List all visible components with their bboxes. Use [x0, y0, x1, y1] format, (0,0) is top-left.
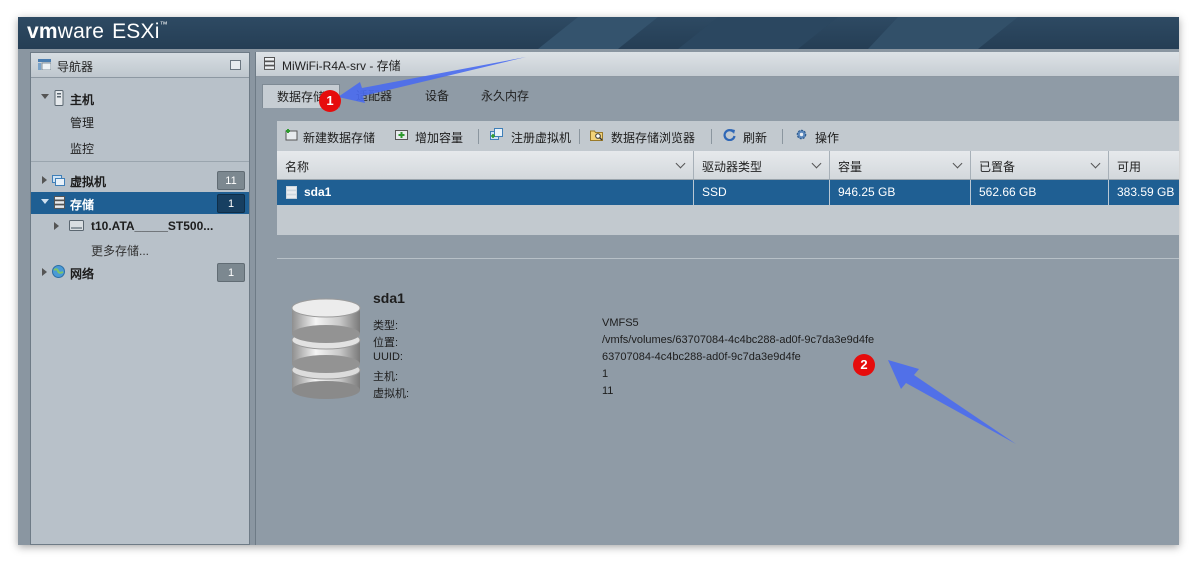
navigator-icon [38, 59, 51, 70]
detail-divider [277, 258, 1179, 259]
esxi-window: vmware ESXi™ 导航器 主机 管理 监控 虚拟机 11 存储 1 t1… [18, 17, 1179, 545]
actions-button[interactable]: 操作 [815, 129, 839, 146]
datastore-disk-icon [291, 298, 361, 399]
nav-storage-device-label: t10.ATA_____ST500... [91, 219, 214, 233]
virtual-machine-icon [52, 175, 65, 186]
new-datastore-icon[interactable] [285, 128, 298, 141]
storage-icon [286, 186, 297, 199]
tab-persistent-memory[interactable]: 永久内存 [467, 84, 543, 109]
column-drive-type[interactable]: 驱动器类型 [694, 151, 830, 179]
storage-icon [264, 57, 275, 70]
vm-count-badge: 11 [217, 171, 245, 190]
expand-down-icon[interactable] [41, 199, 49, 204]
detail-value-hosts: 1 [602, 368, 609, 380]
nav-storage-label: 存储 [70, 198, 95, 212]
nav-item-storage[interactable]: 存储 1 [31, 192, 249, 214]
nav-network-label: 网络 [70, 267, 95, 281]
tab-bar: 数据存储 适配器 设备 永久内存 [256, 77, 1179, 109]
nav-manage-label: 管理 [70, 116, 95, 130]
network-count-badge: 1 [217, 263, 245, 282]
tab-adapters[interactable]: 适配器 [342, 84, 406, 109]
network-globe-icon [52, 265, 65, 278]
chevron-down-icon[interactable] [1090, 158, 1101, 169]
datastore-browser-icon[interactable] [590, 128, 603, 141]
nav-item-host[interactable]: 主机 [31, 87, 249, 109]
nav-host-label: 主机 [70, 93, 95, 107]
toolbar-separator [579, 129, 580, 144]
expand-right-icon[interactable] [42, 176, 47, 184]
chevron-down-icon[interactable] [952, 158, 963, 169]
storage-icon [54, 196, 65, 209]
detail-value-uuid: 63707084-4c4bc288-ad0f-9c7da3e9d4fe [602, 351, 801, 363]
nav-item-storage-device[interactable]: t10.ATA_____ST500... [31, 215, 249, 237]
main-header: MiWiFi-R4A-srv - 存储 [256, 52, 1179, 77]
cell-provisioned: 562.66 GB [971, 180, 1109, 205]
nav-item-more-storage[interactable]: 更多存储... [31, 238, 249, 260]
column-provisioned[interactable]: 已置备 [971, 151, 1109, 179]
chevron-down-icon[interactable] [811, 158, 822, 169]
new-datastore-button[interactable]: 新建数据存储 [303, 129, 375, 146]
nav-item-network[interactable]: 网络 1 [31, 261, 249, 283]
datastore-browser-button[interactable]: 数据存储浏览器 [611, 129, 695, 146]
toolbar-separator [711, 129, 712, 144]
host-icon [54, 90, 64, 106]
navigator-panel: 导航器 主机 管理 监控 虚拟机 11 存储 1 t10.ATA_____ST5… [30, 52, 250, 545]
cell-name: sda1 [277, 180, 694, 205]
detail-label-vms: 虚拟机: [373, 388, 410, 400]
gear-icon[interactable] [795, 128, 808, 141]
nav-monitor-label: 监控 [70, 142, 95, 156]
storage-count-badge: 1 [217, 194, 245, 213]
register-vm-button[interactable]: 注册虚拟机 [511, 129, 571, 146]
chevron-down-icon[interactable] [675, 158, 686, 169]
detail-value-vms: 11 [602, 385, 614, 397]
nav-item-monitor[interactable]: 监控 [31, 136, 249, 158]
cell-free: 383.59 GB [1117, 185, 1175, 199]
navigator-header: 导航器 [31, 53, 249, 78]
expand-down-icon[interactable] [41, 94, 49, 99]
refresh-button[interactable]: 刷新 [743, 129, 767, 146]
main-panel: MiWiFi-R4A-srv - 存储 数据存储 适配器 设备 永久内存 新建数… [255, 52, 1179, 545]
top-bar: vmware ESXi™ [18, 17, 1179, 49]
nav-more-storage-label: 更多存储... [91, 244, 150, 258]
table-row[interactable]: sda1 SSD 946.25 GB 562.66 GB 383.59 GB [277, 180, 1179, 205]
detail-label-hosts: 主机: [373, 371, 399, 383]
table-header: 名称 驱动器类型 容量 已置备 可用 [277, 151, 1179, 180]
disk-drive-icon [69, 220, 84, 231]
detail-title: sda1 [373, 290, 405, 306]
detail-label-uuid: UUID: [373, 351, 403, 363]
register-vm-icon[interactable] [490, 128, 503, 141]
nav-divider [31, 161, 249, 162]
vmware-esxi-logo: vmware ESXi™ [27, 20, 168, 43]
detail-label-location: 位置: [373, 337, 399, 349]
header-background [538, 17, 1018, 49]
datastores-content: 新建数据存储 增加容量 注册虚拟机 数据存储浏览器 刷新 操作 名称 驱动器类型… [256, 108, 1179, 545]
detail-label-type: 类型: [373, 320, 399, 332]
column-free[interactable]: 可用 [1109, 151, 1179, 179]
expand-right-icon[interactable] [42, 268, 47, 276]
increase-capacity-button[interactable]: 增加容量 [415, 129, 463, 146]
column-capacity[interactable]: 容量 [830, 151, 971, 179]
increase-capacity-icon[interactable] [395, 128, 408, 141]
collapse-navigator-button[interactable] [230, 60, 241, 70]
navigator-title: 导航器 [57, 60, 94, 74]
cell-drive-type: SSD [694, 180, 830, 205]
main-title: MiWiFi-R4A-srv - 存储 [282, 59, 401, 73]
toolbar: 新建数据存储 增加容量 注册虚拟机 数据存储浏览器 刷新 操作 [277, 121, 1179, 152]
annotation-marker-1: 1 [319, 90, 341, 112]
nav-item-manage[interactable]: 管理 [31, 110, 249, 132]
nav-item-vms[interactable]: 虚拟机 11 [31, 169, 249, 191]
detail-value-location: /vmfs/volumes/63707084-4c4bc288-ad0f-9c7… [602, 334, 875, 346]
toolbar-separator [782, 129, 783, 144]
tab-devices[interactable]: 设备 [411, 84, 463, 109]
expand-right-icon[interactable] [54, 222, 59, 230]
nav-vms-label: 虚拟机 [70, 175, 107, 189]
annotation-marker-2: 2 [853, 354, 875, 376]
refresh-icon[interactable] [723, 128, 736, 141]
cell-capacity: 946.25 GB [830, 180, 971, 205]
table-empty-area [277, 205, 1179, 235]
toolbar-separator [478, 129, 479, 144]
detail-value-type: VMFS5 [602, 317, 639, 329]
column-name[interactable]: 名称 [277, 151, 694, 179]
